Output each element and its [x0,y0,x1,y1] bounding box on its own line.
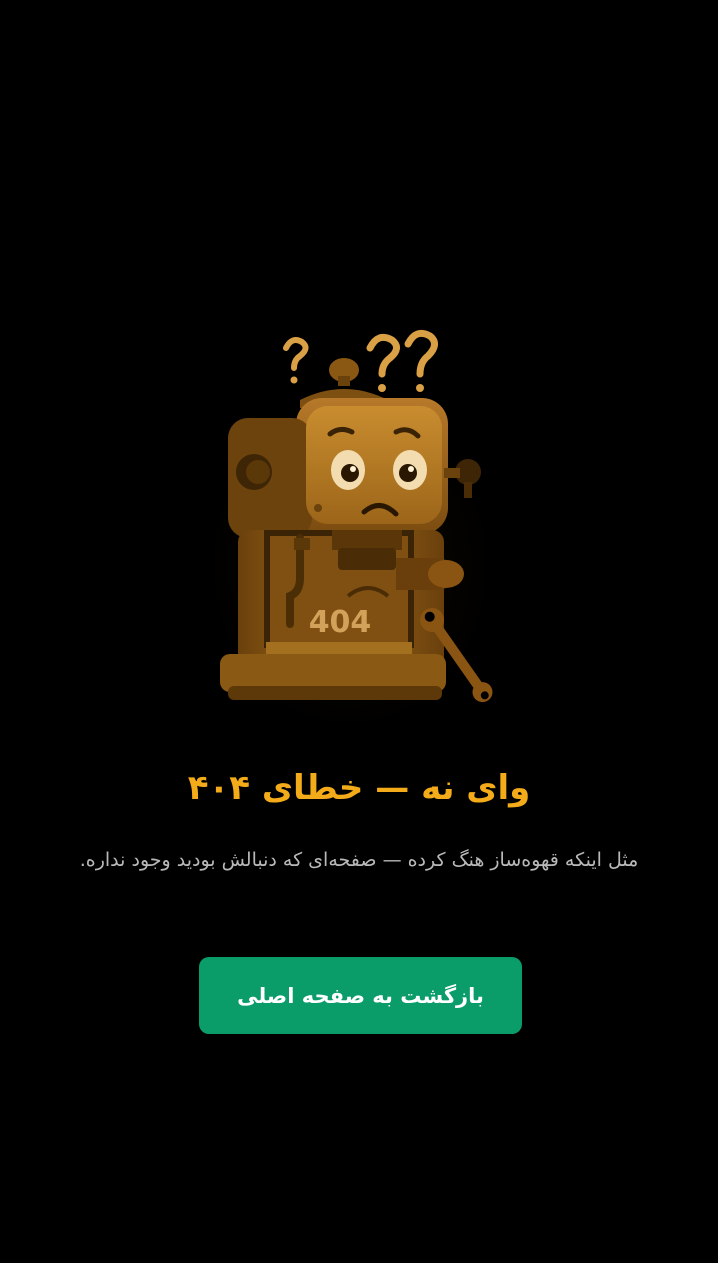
question-mark-icon [283,337,309,371]
error-message: مثل اینکه قهوه‌ساز هنگ کرده — صفحه‌ای که… [79,849,639,871]
back-to-home-button[interactable]: بازگشت به صفحه اصلی [199,957,522,1034]
machine-404-label: 404 [309,605,372,640]
sad-coffee-machine-illustration: 404 [200,318,500,728]
error-404-page: 404 وای نه — خطای ۴۰۴ مثل اینکه قهوه‌ساز… [0,0,718,1263]
error-title: وای نه — خطای ۴۰۴ [187,768,531,808]
